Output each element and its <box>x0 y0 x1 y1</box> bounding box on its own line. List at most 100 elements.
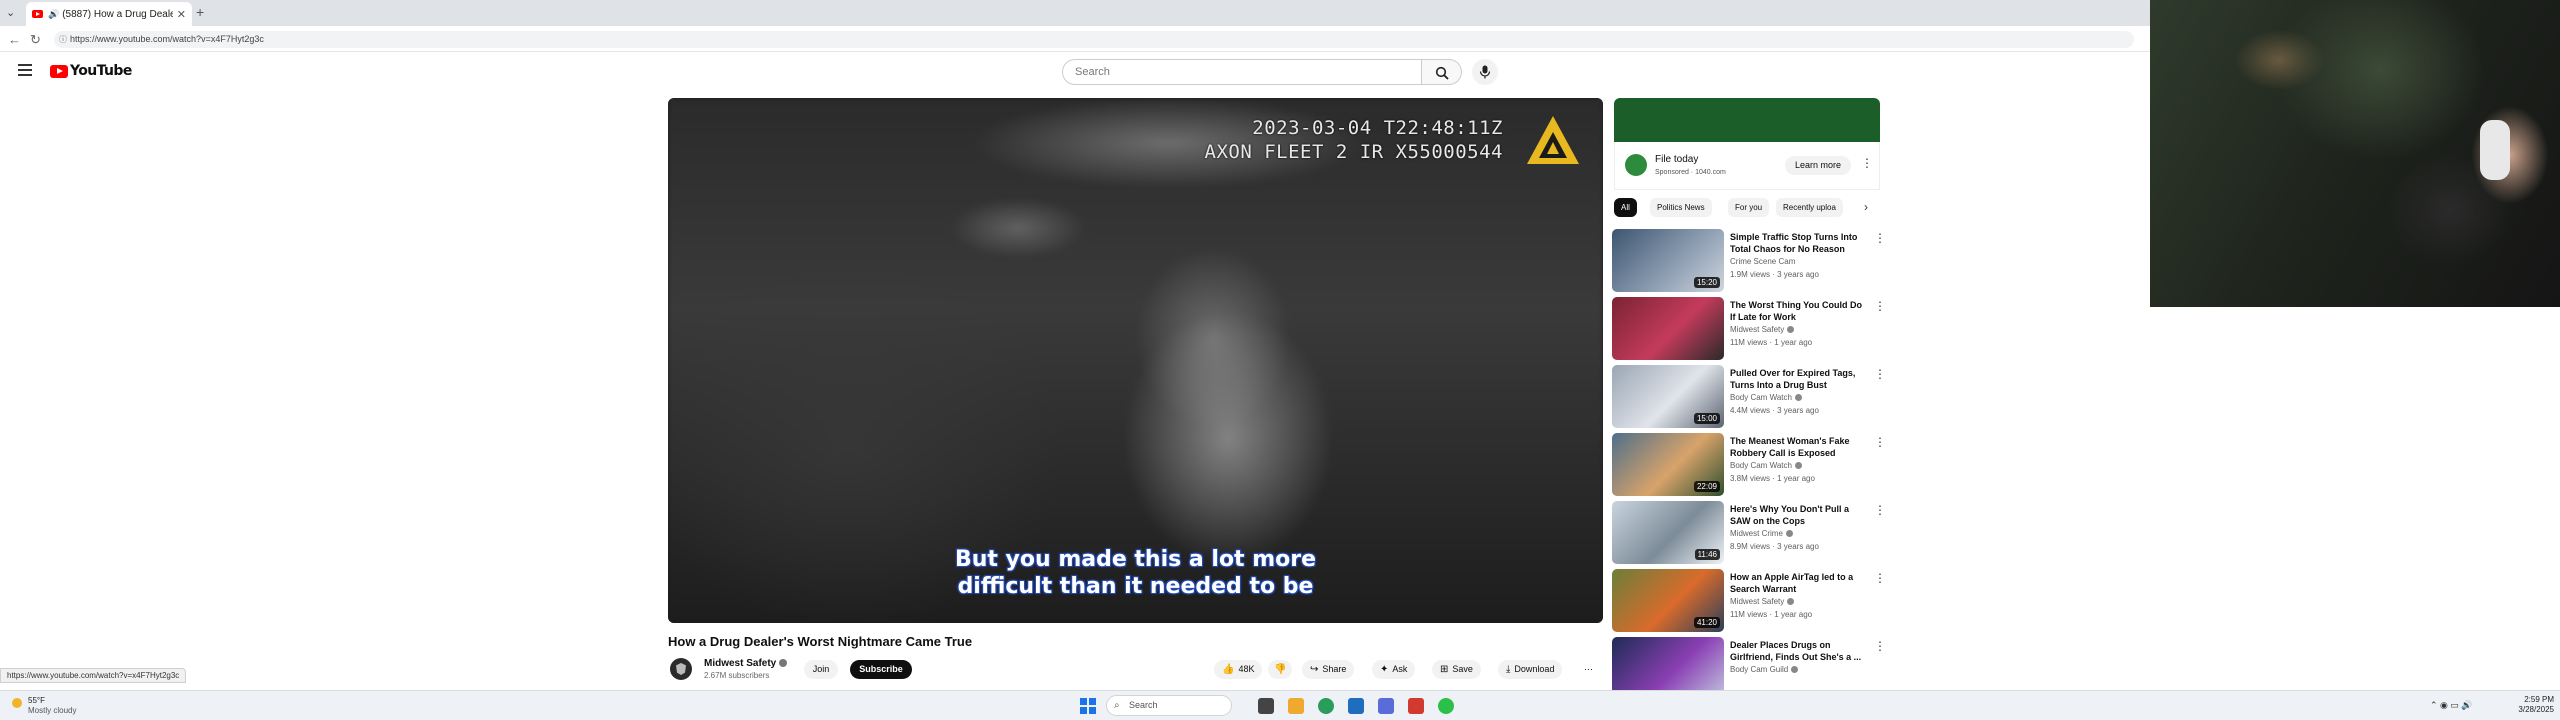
video-thumbnail[interactable]: 22:09 <box>1612 433 1724 496</box>
youtube-logo[interactable]: YouTube <box>50 63 132 79</box>
chrome-icon[interactable] <box>1318 698 1334 714</box>
filter-chips: All Politics News For you Recently uploa… <box>1614 198 1880 218</box>
tab-close-icon[interactable]: ✕ <box>177 8 186 21</box>
advertiser-logo[interactable] <box>1625 154 1647 176</box>
verified-icon <box>1787 598 1795 605</box>
windows-start-icon[interactable] <box>1080 698 1096 714</box>
search-button[interactable] <box>1422 59 1462 85</box>
more-vertical-icon[interactable]: ⋮ <box>1874 503 1886 517</box>
more-vertical-icon[interactable]: ⋮ <box>1874 571 1886 585</box>
recommendation-title[interactable]: How an Apple AirTag led to a Search Warr… <box>1730 571 1866 595</box>
recommendation-list: 15:20 Simple Traffic Stop Turns Into Tota… <box>1612 229 1892 705</box>
recommendation-title[interactable]: Dealer Places Drugs on Girlfriend, Finds… <box>1730 639 1866 663</box>
recommendation-title[interactable]: Here's Why You Don't Pull a SAW on the C… <box>1730 503 1866 527</box>
speaker-icon[interactable]: 🔊 <box>48 9 59 20</box>
more-vertical-icon[interactable]: ⋮ <box>1874 367 1886 381</box>
recommendation-channel-link[interactable]: Crime Scene Cam <box>1730 257 1795 266</box>
save-label: Save <box>1452 664 1473 674</box>
more-vertical-icon[interactable]: ⋮ <box>1874 435 1886 449</box>
menu-icon[interactable] <box>18 64 32 79</box>
recommendation-item[interactable]: The Worst Thing You Could Do If Late for… <box>1612 297 1892 365</box>
system-tray-icons[interactable]: ⌃ ◉ ▭ 🔊 <box>2430 700 2473 711</box>
recommendation-item[interactable]: 22:09 The Meanest Woman's Fake Robbery Ca… <box>1612 433 1892 501</box>
recommendation-channel-link[interactable]: Body Cam Guild <box>1730 665 1799 674</box>
clock[interactable]: 2:59 PM 3/28/2025 <box>2500 695 2554 715</box>
taskbar-search[interactable]: ⌕ Search <box>1106 695 1232 716</box>
video-duration: 22:09 <box>1693 481 1720 492</box>
recommendation-item[interactable]: 15:00 Pulled Over for Expired Tags, Turns… <box>1612 365 1892 433</box>
recommendation-channel-link[interactable]: Midwest Safety <box>1730 597 1795 606</box>
share-button[interactable]: ↪ Share <box>1302 660 1355 679</box>
chip-politics-news[interactable]: Politics News <box>1650 198 1712 217</box>
subscribe-button[interactable]: Subscribe <box>850 660 912 679</box>
weather-temp: 55°F <box>28 696 45 705</box>
recommendation-channel-link[interactable]: Body Cam Watch <box>1730 393 1802 402</box>
voice-search-button[interactable] <box>1472 59 1498 85</box>
video-thumbnail[interactable]: 41:20 <box>1612 569 1724 632</box>
dislike-button[interactable]: 👎 <box>1268 660 1293 679</box>
verified-icon <box>1785 530 1793 537</box>
tab-search-chevron-icon[interactable]: ⌄ <box>6 6 18 20</box>
save-button[interactable]: ⊞ Save <box>1432 660 1481 679</box>
edge-icon[interactable] <box>1348 698 1364 714</box>
youtube-favicon-icon <box>32 10 43 18</box>
channel-avatar[interactable] <box>670 658 692 680</box>
site-info-icon[interactable]: ⓘ <box>59 34 67 45</box>
recommendation-channel: Crime Scene Cam <box>1730 257 1796 266</box>
download-button[interactable]: ⤓ Download <box>1498 660 1563 679</box>
thumbs-up-icon: 👍 <box>1222 664 1235 675</box>
bodycam-timestamp: 2023-03-04 T22:48:11Z <box>1252 117 1503 139</box>
new-tab-icon[interactable]: + <box>196 4 204 20</box>
recommendation-meta: 4.4M views · 3 years ago <box>1730 406 1819 415</box>
status-link-preview: https://www.youtube.com/watch?v=x4F7Hyt2… <box>0 668 187 683</box>
like-button[interactable]: 👍 48K <box>1214 660 1263 679</box>
teams-icon[interactable] <box>1378 698 1394 714</box>
video-thumbnail[interactable]: 11:46 <box>1612 501 1724 564</box>
reload-icon[interactable]: ↻ <box>30 32 41 48</box>
ad-more-icon[interactable]: ⋮ <box>1861 156 1873 170</box>
app-icon-red[interactable] <box>1408 698 1424 714</box>
recommendation-title[interactable]: Simple Traffic Stop Turns Into Total Cha… <box>1730 231 1866 255</box>
recommendation-title[interactable]: The Worst Thing You Could Do If Late for… <box>1730 299 1866 323</box>
chip-all[interactable]: All <box>1614 198 1637 217</box>
recommendation-item[interactable]: 41:20 How an Apple AirTag led to a Search… <box>1612 569 1892 637</box>
chevron-right-icon[interactable]: › <box>1864 200 1868 214</box>
recommendation-item[interactable]: 11:46 Here's Why You Don't Pull a SAW on … <box>1612 501 1892 569</box>
video-player[interactable]: 2023-03-04 T22:48:11Z AXON FLEET 2 IR X5… <box>668 98 1603 623</box>
video-thumbnail[interactable]: 15:20 <box>1612 229 1724 292</box>
more-vertical-icon[interactable]: ⋮ <box>1874 639 1886 653</box>
chip-for-you[interactable]: For you <box>1728 198 1770 217</box>
url-field[interactable]: ⓘ https://www.youtube.com/watch?v=x4F7Hy… <box>54 31 2134 48</box>
recommendation-channel-link[interactable]: Body Cam Watch <box>1730 461 1802 470</box>
more-vertical-icon[interactable]: ⋮ <box>1874 231 1886 245</box>
join-button[interactable]: Join <box>804 660 838 679</box>
learn-more-button[interactable]: Learn more <box>1785 156 1851 175</box>
address-bar-row: ← ↻ ⓘ https://www.youtube.com/watch?v=x4… <box>0 26 2150 52</box>
ad-banner-image[interactable] <box>1614 98 1880 142</box>
recommendation-title[interactable]: The Meanest Woman's Fake Robbery Call is… <box>1730 435 1866 459</box>
back-arrow-icon[interactable]: ← <box>8 32 21 47</box>
channel-name: Midwest Safety <box>704 658 777 669</box>
channel-name-link[interactable]: Midwest Safety <box>704 658 788 669</box>
download-label: Download <box>1514 664 1555 674</box>
recommendation-channel-link[interactable]: Midwest Safety <box>1730 325 1795 334</box>
recommendation-channel: Body Cam Watch <box>1730 393 1792 402</box>
chip-recently-uploaded[interactable]: Recently uploa <box>1776 198 1843 217</box>
spotify-icon[interactable] <box>1438 698 1454 714</box>
recommendation-channel-link[interactable]: Midwest Crime <box>1730 529 1793 538</box>
video-thumbnail[interactable] <box>1612 297 1724 360</box>
recommendation-item[interactable]: 15:20 Simple Traffic Stop Turns Into Tota… <box>1612 229 1892 297</box>
task-view-icon[interactable] <box>1258 698 1274 714</box>
ask-button[interactable]: ✦ Ask <box>1372 660 1416 679</box>
caption-line-2: difficult than it needed to be <box>957 574 1314 599</box>
recommendation-meta: 11M views · 1 year ago <box>1730 338 1813 347</box>
bookmark-icon: ⊞ <box>1440 664 1449 675</box>
more-actions-button[interactable]: ⋯ <box>1578 660 1599 679</box>
recommendation-title[interactable]: Pulled Over for Expired Tags, Turns Into… <box>1730 367 1866 391</box>
more-vertical-icon[interactable]: ⋮ <box>1874 299 1886 313</box>
file-explorer-icon[interactable] <box>1288 698 1304 714</box>
search-input[interactable]: Search <box>1062 59 1422 85</box>
video-thumbnail[interactable]: 15:00 <box>1612 365 1724 428</box>
browser-tab-active[interactable]: 🔊 (5887) How a Drug Dealer's N ✕ <box>26 2 192 26</box>
verified-icon <box>1794 394 1802 401</box>
